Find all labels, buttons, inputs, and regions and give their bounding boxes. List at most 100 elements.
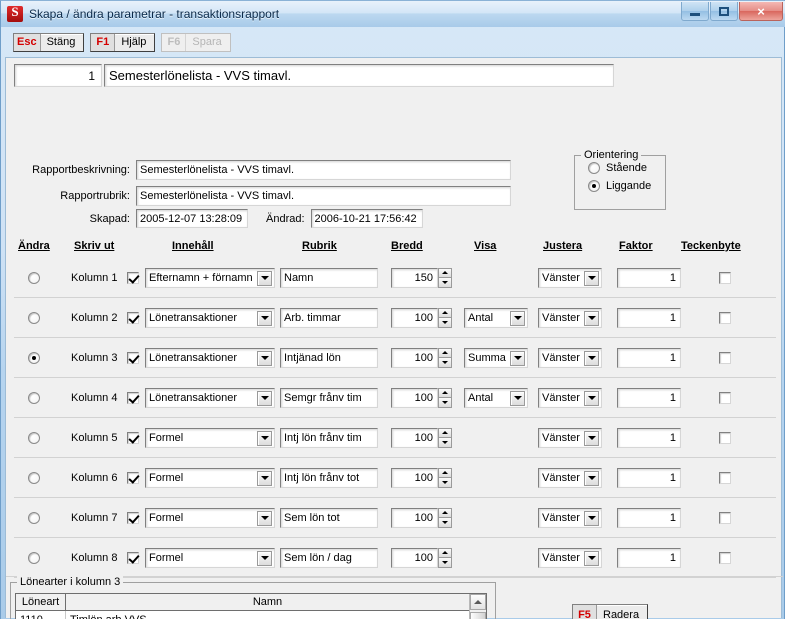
- factor-input[interactable]: 1: [617, 467, 681, 488]
- stepper-up-icon[interactable]: [438, 307, 452, 317]
- chevron-down-icon[interactable]: [257, 310, 272, 326]
- print-checkbox[interactable]: [127, 311, 139, 324]
- pay-types-scrollbar[interactable]: [469, 594, 486, 619]
- report-id-input[interactable]: 1: [14, 64, 102, 87]
- sign-swap-checkbox[interactable]: [719, 271, 731, 284]
- content-select[interactable]: Formel: [145, 507, 275, 528]
- maximize-button[interactable]: [710, 2, 738, 21]
- heading-input[interactable]: Arb. timmar: [280, 307, 378, 328]
- chevron-down-icon[interactable]: [257, 510, 272, 526]
- sign-swap-checkbox[interactable]: [719, 351, 731, 364]
- stepper-down-icon[interactable]: [438, 317, 452, 328]
- factor-input[interactable]: 1: [617, 307, 681, 328]
- print-checkbox[interactable]: [127, 391, 139, 404]
- chevron-down-icon[interactable]: [257, 550, 272, 566]
- width-input[interactable]: 100: [391, 427, 438, 448]
- scrollbar-thumb[interactable]: [470, 612, 486, 619]
- heading-input[interactable]: Sem lön tot: [280, 507, 378, 528]
- stepper-down-icon[interactable]: [438, 477, 452, 488]
- close-button[interactable]: ×: [739, 2, 783, 21]
- stepper-down-icon[interactable]: [438, 277, 452, 288]
- factor-input[interactable]: 1: [617, 507, 681, 528]
- chevron-down-icon[interactable]: [510, 390, 525, 406]
- width-stepper[interactable]: [438, 267, 452, 288]
- chevron-down-icon[interactable]: [510, 310, 525, 326]
- align-select[interactable]: Vänster: [538, 347, 602, 368]
- width-stepper[interactable]: [438, 307, 452, 328]
- stepper-up-icon[interactable]: [438, 547, 452, 557]
- stepper-up-icon[interactable]: [438, 387, 452, 397]
- factor-input[interactable]: 1: [617, 347, 681, 368]
- stepper-up-icon[interactable]: [438, 427, 452, 437]
- factor-input[interactable]: 1: [617, 547, 681, 568]
- align-select[interactable]: Vänster: [538, 307, 602, 328]
- report-description-input[interactable]: Semesterlönelista - VVS timavl.: [136, 160, 511, 180]
- content-select[interactable]: Formel: [145, 467, 275, 488]
- report-heading-input[interactable]: Semesterlönelista - VVS timavl.: [136, 186, 511, 206]
- width-stepper[interactable]: [438, 347, 452, 368]
- show-select[interactable]: Summa: [464, 347, 528, 368]
- chevron-down-icon[interactable]: [584, 390, 599, 406]
- align-select[interactable]: Vänster: [538, 507, 602, 528]
- content-select[interactable]: Efternamn + förnamn: [145, 267, 275, 288]
- close-command-button[interactable]: Esc Stäng: [13, 32, 85, 52]
- align-select[interactable]: Vänster: [538, 427, 602, 448]
- chevron-down-icon[interactable]: [257, 350, 272, 366]
- width-input[interactable]: 150: [391, 267, 438, 288]
- chevron-down-icon[interactable]: [584, 550, 599, 566]
- chevron-down-icon[interactable]: [584, 310, 599, 326]
- content-select[interactable]: Formel: [145, 427, 275, 448]
- print-checkbox[interactable]: [127, 351, 139, 364]
- width-stepper[interactable]: [438, 467, 452, 488]
- show-select[interactable]: Antal: [464, 387, 528, 408]
- content-select[interactable]: Lönetransaktioner: [145, 387, 275, 408]
- stepper-down-icon[interactable]: [438, 517, 452, 528]
- orientation-option-landscape[interactable]: Liggande: [582, 180, 665, 192]
- width-input[interactable]: 100: [391, 547, 438, 568]
- minimize-button[interactable]: [681, 2, 709, 21]
- print-checkbox[interactable]: [127, 511, 139, 524]
- chevron-down-icon[interactable]: [510, 350, 525, 366]
- sign-swap-checkbox[interactable]: [719, 431, 731, 444]
- heading-input[interactable]: Intj lön frånv tot: [280, 467, 378, 488]
- print-checkbox[interactable]: [127, 431, 139, 444]
- width-input[interactable]: 100: [391, 507, 438, 528]
- align-select[interactable]: Vänster: [538, 547, 602, 568]
- width-stepper[interactable]: [438, 387, 452, 408]
- heading-input[interactable]: Sem lön / dag: [280, 547, 378, 568]
- print-checkbox[interactable]: [127, 471, 139, 484]
- stepper-down-icon[interactable]: [438, 437, 452, 448]
- factor-input[interactable]: 1: [617, 267, 681, 288]
- chevron-down-icon[interactable]: [584, 510, 599, 526]
- content-select[interactable]: Lönetransaktioner: [145, 347, 275, 368]
- stepper-down-icon[interactable]: [438, 397, 452, 408]
- stepper-up-icon[interactable]: [438, 507, 452, 517]
- scroll-up-button[interactable]: [470, 594, 486, 610]
- width-input[interactable]: 100: [391, 347, 438, 368]
- width-stepper[interactable]: [438, 507, 452, 528]
- stepper-down-icon[interactable]: [438, 357, 452, 368]
- sign-swap-checkbox[interactable]: [719, 471, 731, 484]
- report-name-input[interactable]: Semesterlönelista - VVS timavl.: [104, 64, 614, 87]
- align-select[interactable]: Vänster: [538, 387, 602, 408]
- delete-button[interactable]: F5 Radera: [572, 604, 649, 619]
- width-stepper[interactable]: [438, 427, 452, 448]
- chevron-down-icon[interactable]: [584, 350, 599, 366]
- heading-input[interactable]: Intjänad lön: [280, 347, 378, 368]
- content-select[interactable]: Lönetransaktioner: [145, 307, 275, 328]
- chevron-down-icon[interactable]: [584, 430, 599, 446]
- sign-swap-checkbox[interactable]: [719, 391, 731, 404]
- row-select-radio[interactable]: [28, 431, 40, 444]
- align-select[interactable]: Vänster: [538, 467, 602, 488]
- print-checkbox[interactable]: [127, 551, 139, 564]
- chevron-down-icon[interactable]: [257, 430, 272, 446]
- heading-input[interactable]: Namn: [280, 267, 378, 288]
- width-input[interactable]: 100: [391, 307, 438, 328]
- stepper-down-icon[interactable]: [438, 557, 452, 568]
- sign-swap-checkbox[interactable]: [719, 311, 731, 324]
- row-select-radio[interactable]: [28, 351, 40, 364]
- stepper-up-icon[interactable]: [438, 267, 452, 277]
- content-select[interactable]: Formel: [145, 547, 275, 568]
- chevron-down-icon[interactable]: [584, 470, 599, 486]
- radio-portrait-icon[interactable]: [588, 162, 600, 174]
